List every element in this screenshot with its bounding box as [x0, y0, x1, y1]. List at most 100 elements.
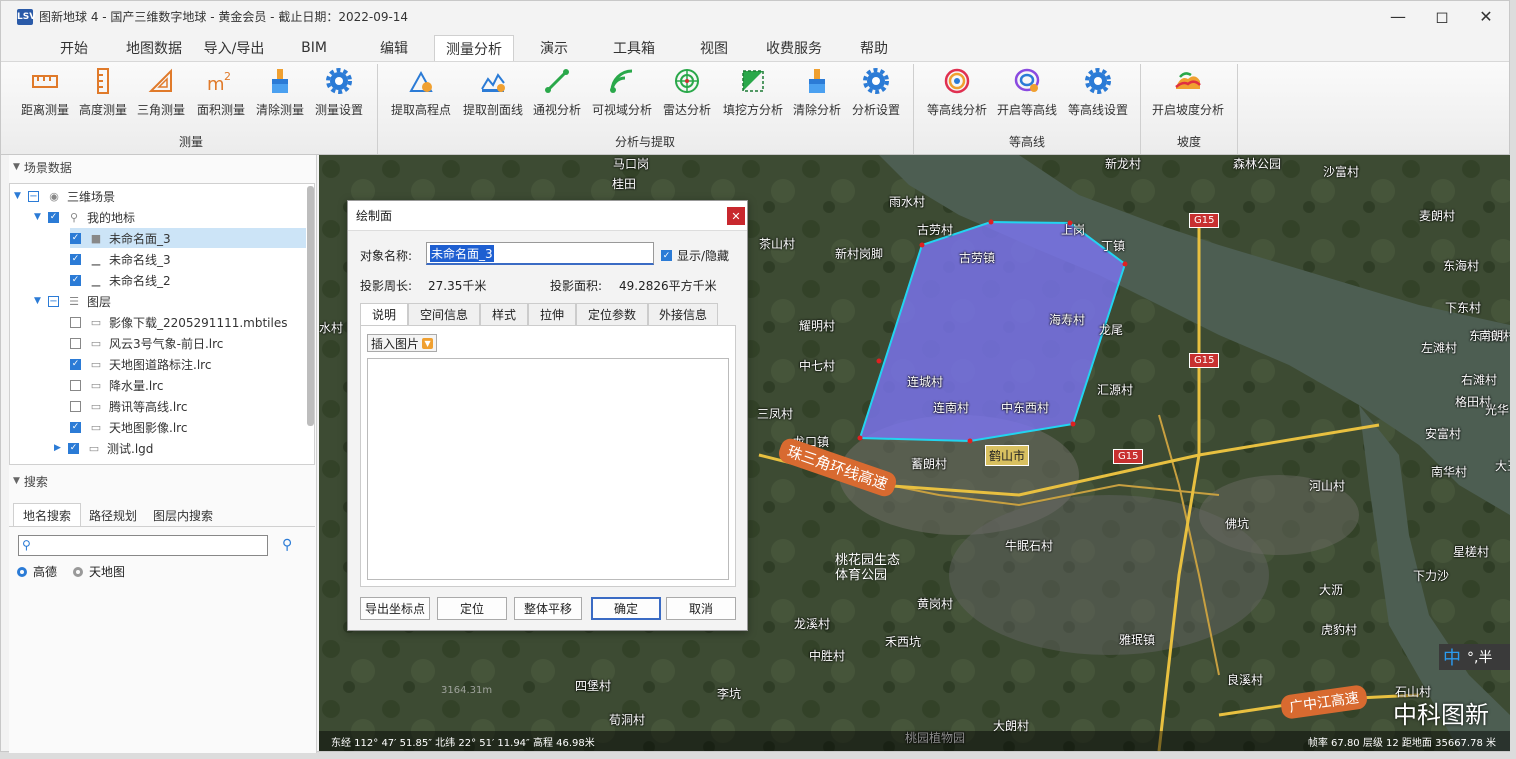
- monitor-icon: ▭: [90, 399, 102, 413]
- tree-checkbox[interactable]: −: [48, 295, 59, 307]
- map-place-label: 海寿村: [1049, 313, 1086, 327]
- expand-arrow-icon[interactable]: ▼: [34, 212, 48, 222]
- tab-import-export[interactable]: 导入/导出: [193, 35, 275, 61]
- tab-demo[interactable]: 演示: [525, 35, 583, 61]
- tree-node-layer-fy3[interactable]: ▭ 风云3号气象-前日.lrc: [70, 333, 223, 353]
- radio-tianditu[interactable]: 天地图: [73, 563, 125, 580]
- triangle-measure-button[interactable]: 三角测量: [135, 66, 187, 122]
- tree-node-line-2[interactable]: ✓ ▁ 未命名线_2: [70, 270, 171, 290]
- viewshed-button[interactable]: 可视域分析: [590, 66, 654, 122]
- translate-button[interactable]: 整体平移: [514, 597, 582, 620]
- tab-edit[interactable]: 编辑: [365, 35, 423, 61]
- tab-start[interactable]: 开始: [45, 35, 103, 61]
- show-hide-checkbox[interactable]: ✓ 显示/隐藏: [661, 247, 729, 264]
- tree-checkbox[interactable]: ✓: [48, 211, 59, 223]
- tree-node-landmarks[interactable]: ▼ ✓ ⚲ 我的地标: [34, 207, 135, 227]
- tab-layer-search[interactable]: 图层内搜索: [153, 503, 213, 527]
- map-place-label: 禾西坑: [885, 635, 922, 649]
- enable-contour-button[interactable]: 开启等高线: [995, 66, 1059, 122]
- tab-paid-services[interactable]: 收费服务: [753, 35, 835, 61]
- tree-scrollbar[interactable]: [307, 186, 314, 426]
- distance-measure-button[interactable]: 距离测量: [19, 66, 71, 122]
- tab-route-planning[interactable]: 路径规划: [89, 503, 137, 527]
- measure-settings-button[interactable]: 测量设置: [312, 66, 366, 122]
- tree-checkbox[interactable]: ✓: [68, 442, 79, 454]
- radar-analysis-button[interactable]: 雷达分析: [661, 66, 713, 122]
- scene-data-header[interactable]: ▼ 场景数据: [9, 155, 316, 179]
- description-textarea[interactable]: [367, 358, 729, 580]
- tree-checkbox[interactable]: [70, 316, 81, 328]
- tree-node-layers[interactable]: ▼ − ☰ 图层: [34, 291, 111, 311]
- tab-style[interactable]: 样式: [480, 303, 528, 326]
- analysis-settings-button[interactable]: 分析设置: [850, 66, 902, 122]
- clear-measure-button[interactable]: 清除测量: [253, 66, 307, 122]
- contour-analysis-button[interactable]: 等高线分析: [925, 66, 989, 122]
- tab-bim[interactable]: BIM: [285, 35, 343, 61]
- tab-spatial-info[interactable]: 空间信息: [408, 303, 480, 326]
- cut-fill-button[interactable]: 填挖方分析: [721, 66, 785, 122]
- tree-checkbox[interactable]: [70, 400, 81, 412]
- tree-node-layer-test[interactable]: ▶ ✓ ▭ 测试.lgd: [54, 438, 153, 458]
- search-header[interactable]: ▼ 搜索: [9, 469, 48, 493]
- insert-image-button[interactable]: 插入图片 ▼: [367, 334, 438, 352]
- map-place-label: 蓄朗村: [911, 457, 948, 471]
- tab-locate-params[interactable]: 定位参数: [576, 303, 648, 326]
- tab-external-info[interactable]: 外接信息: [648, 303, 718, 326]
- radio-gaode[interactable]: 高德: [17, 563, 57, 580]
- tree-checkbox[interactable]: ✓: [70, 421, 81, 433]
- line-of-sight-button[interactable]: 通视分析: [531, 66, 583, 122]
- tab-view[interactable]: 视图: [687, 35, 741, 61]
- tab-measure-analysis[interactable]: 测量分析: [434, 35, 514, 61]
- ime-indicator[interactable]: 中 °,半: [1439, 644, 1510, 670]
- expand-arrow-icon[interactable]: ▼: [34, 296, 48, 306]
- tab-description[interactable]: 说明: [360, 303, 408, 326]
- expand-arrow-icon[interactable]: ▶: [54, 443, 68, 453]
- tab-map-data[interactable]: 地图数据: [115, 35, 193, 61]
- tree-node-line-3[interactable]: ✓ ▁ 未命名线_3: [70, 249, 171, 269]
- tree-node-layer-imagery[interactable]: ✓ ▭ 天地图影像.lrc: [70, 417, 187, 437]
- ok-button[interactable]: 确定: [591, 597, 661, 620]
- expand-arrow-icon[interactable]: ▼: [14, 191, 28, 201]
- dialog-title-bar[interactable]: 绘制面 ✕: [348, 201, 747, 231]
- tree-node-layer-precipitation[interactable]: ▭ 降水量.lrc: [70, 375, 163, 395]
- tree-node-layer-road-annotation[interactable]: ✓ ▭ 天地图道路标注.lrc: [70, 354, 211, 374]
- tree-label: 测试.lgd: [107, 441, 154, 456]
- cancel-button[interactable]: 取消: [666, 597, 736, 620]
- search-input[interactable]: ⚲: [18, 535, 268, 556]
- export-coordinates-button[interactable]: 导出坐标点: [360, 597, 430, 620]
- maximize-button[interactable]: ◻: [1420, 1, 1464, 32]
- tab-toolbox[interactable]: 工具箱: [599, 35, 669, 61]
- extract-profile-button[interactable]: 提取剖面线: [461, 66, 525, 122]
- tree-checkbox[interactable]: [70, 379, 81, 391]
- tree-checkbox[interactable]: ✓: [70, 358, 81, 370]
- minimize-button[interactable]: —: [1376, 1, 1420, 32]
- tab-extrude[interactable]: 拉伸: [528, 303, 576, 326]
- tree-checkbox[interactable]: ✓: [70, 253, 81, 265]
- group-separator: [1140, 64, 1141, 154]
- tree-checkbox[interactable]: ✓: [70, 232, 81, 244]
- close-icon[interactable]: ✕: [727, 207, 745, 225]
- extract-elevation-point-button[interactable]: 提取高程点: [389, 66, 453, 122]
- clear-analysis-button[interactable]: 清除分析: [791, 66, 843, 122]
- area-measure-button[interactable]: m2 面积测量: [193, 66, 249, 122]
- tree-checkbox[interactable]: ✓: [70, 274, 81, 286]
- height-measure-button[interactable]: 高度测量: [77, 66, 129, 122]
- gear-icon: [861, 66, 891, 96]
- close-window-button[interactable]: ✕: [1464, 1, 1508, 32]
- contour-settings-button[interactable]: 等高线设置: [1065, 66, 1131, 122]
- tab-help[interactable]: 帮助: [847, 35, 901, 61]
- tree-node-layer-contour[interactable]: ▭ 腾讯等高线.lrc: [70, 396, 187, 416]
- tree-node-root[interactable]: ▼ − ◉ 三维场景: [14, 186, 115, 206]
- object-name-input[interactable]: 未命名面_3: [426, 242, 654, 265]
- slope-analysis-button[interactable]: 开启坡度分析: [1149, 66, 1227, 122]
- locate-button[interactable]: 定位: [437, 597, 507, 620]
- tree-node-layer-mbtiles[interactable]: ▭ 影像下载_2205291111.mbtiles: [70, 312, 287, 332]
- tree-checkbox[interactable]: −: [28, 190, 39, 202]
- search-icon[interactable]: ⚲: [282, 537, 292, 553]
- tab-place-search[interactable]: 地名搜索: [13, 503, 81, 527]
- tree-checkbox[interactable]: [70, 337, 81, 349]
- radio-label: 高德: [33, 565, 58, 579]
- tree-node-polygon-3[interactable]: ✓ ■ 未命名面_3: [70, 228, 306, 248]
- group-label-analysis: 分析与提取: [615, 135, 676, 149]
- ruler-icon: [30, 66, 60, 96]
